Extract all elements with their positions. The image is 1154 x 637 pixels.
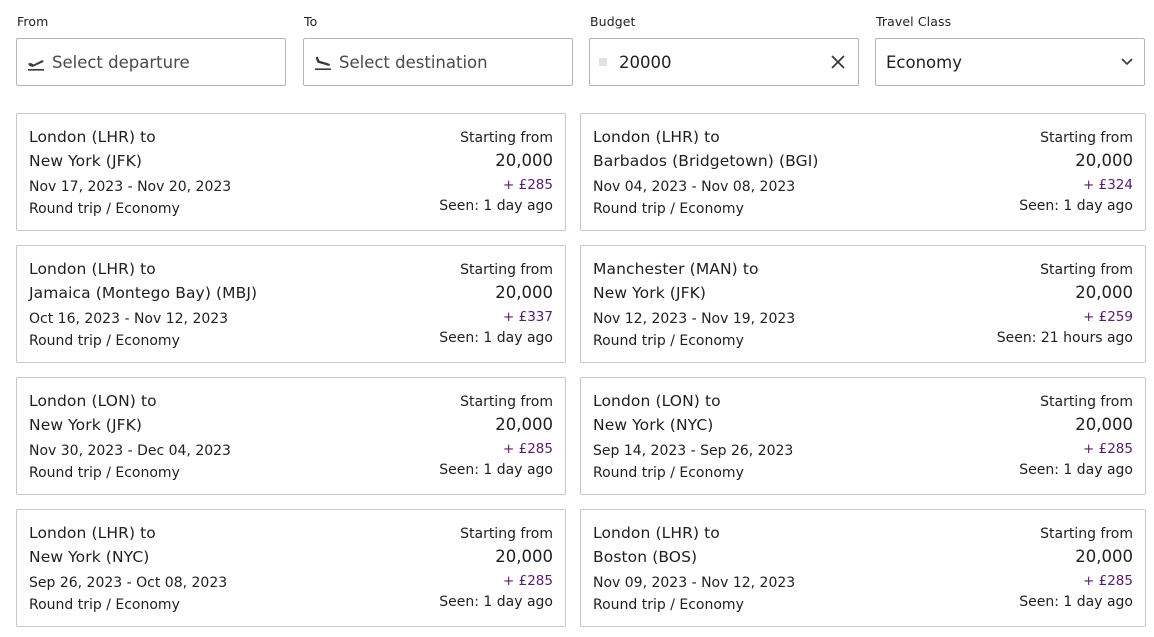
chevron-down-icon xyxy=(1118,53,1136,71)
trip-type: Round trip / Economy xyxy=(29,201,180,217)
from-placeholder: Select departure xyxy=(52,52,190,72)
route-origin: London (LHR) to xyxy=(593,128,720,146)
flight-card[interactable]: London (LHR) to New York (NYC) Sep 26, 2… xyxy=(16,509,566,627)
budget-value: 20000 xyxy=(619,52,672,72)
seen-timestamp: Seen: 1 day ago xyxy=(439,462,553,478)
travel-class-value: Economy xyxy=(886,52,962,72)
starting-from-label: Starting from xyxy=(1040,262,1133,278)
flight-card[interactable]: London (LHR) to Boston (BOS) Nov 09, 202… xyxy=(580,509,1146,627)
travel-dates: Nov 12, 2023 - Nov 19, 2023 xyxy=(593,311,796,327)
route-destination: New York (JFK) xyxy=(29,152,143,170)
travel-class-select[interactable]: Economy xyxy=(875,38,1145,86)
travel-dates: Sep 26, 2023 - Oct 08, 2023 xyxy=(29,575,228,591)
cash-surcharge: + £259 xyxy=(1083,309,1133,325)
starting-from-label: Starting from xyxy=(460,262,553,278)
route-destination: New York (JFK) xyxy=(29,416,143,434)
trip-type: Round trip / Economy xyxy=(29,465,180,481)
trip-type: Round trip / Economy xyxy=(593,333,744,349)
travel-dates: Oct 16, 2023 - Nov 12, 2023 xyxy=(29,311,229,327)
cash-surcharge: + £337 xyxy=(503,309,553,325)
seen-timestamp: Seen: 1 day ago xyxy=(439,330,553,346)
route-destination: Boston (BOS) xyxy=(593,548,698,566)
route-origin: London (LHR) to xyxy=(593,524,720,542)
travel-dates: Nov 30, 2023 - Dec 04, 2023 xyxy=(29,443,231,459)
starting-from-label: Starting from xyxy=(460,394,553,410)
close-icon[interactable] xyxy=(827,51,849,73)
seen-timestamp: Seen: 1 day ago xyxy=(1019,198,1133,214)
cash-surcharge: + £285 xyxy=(503,441,553,457)
points-price: 20,000 xyxy=(495,151,553,170)
to-field[interactable]: Select destination xyxy=(303,38,573,86)
flight-card[interactable]: London (LHR) to Barbados (Bridgetown) (B… xyxy=(580,113,1146,231)
points-icon xyxy=(599,58,607,66)
points-price: 20,000 xyxy=(495,547,553,566)
from-label: From xyxy=(17,14,49,29)
seen-timestamp: Seen: 21 hours ago xyxy=(996,330,1133,346)
search-filters: From Select departure To Select destinat… xyxy=(16,0,1145,100)
starting-from-label: Starting from xyxy=(460,526,553,542)
route-origin: London (LHR) to xyxy=(29,260,156,278)
route-origin: London (LHR) to xyxy=(29,524,156,542)
route-destination: New York (NYC) xyxy=(29,548,150,566)
starting-from-label: Starting from xyxy=(1040,526,1133,542)
flight-card[interactable]: London (LHR) to Jamaica (Montego Bay) (M… xyxy=(16,245,566,363)
travel-dates: Nov 17, 2023 - Nov 20, 2023 xyxy=(29,179,232,195)
route-destination: New York (NYC) xyxy=(593,416,714,434)
route-destination: Barbados (Bridgetown) (BGI) xyxy=(593,152,819,170)
travel-class-label: Travel Class xyxy=(876,14,952,29)
route-origin: Manchester (MAN) to xyxy=(593,260,759,278)
trip-type: Round trip / Economy xyxy=(593,597,744,613)
trip-type: Round trip / Economy xyxy=(29,333,180,349)
travel-dates: Nov 09, 2023 - Nov 12, 2023 xyxy=(593,575,796,591)
points-price: 20,000 xyxy=(1075,415,1133,434)
points-price: 20,000 xyxy=(1075,547,1133,566)
points-price: 20,000 xyxy=(495,283,553,302)
to-label: To xyxy=(304,14,318,29)
flight-card[interactable]: Manchester (MAN) to New York (JFK) Nov 1… xyxy=(580,245,1146,363)
seen-timestamp: Seen: 1 day ago xyxy=(1019,594,1133,610)
seen-timestamp: Seen: 1 day ago xyxy=(439,594,553,610)
flight-card[interactable]: London (LON) to New York (NYC) Sep 14, 2… xyxy=(580,377,1146,495)
points-price: 20,000 xyxy=(1075,283,1133,302)
points-price: 20,000 xyxy=(495,415,553,434)
plane-takeoff-icon xyxy=(25,51,47,73)
route-origin: London (LON) to xyxy=(29,392,157,410)
flight-card[interactable]: London (LHR) to New York (JFK) Nov 17, 2… xyxy=(16,113,566,231)
travel-dates: Nov 04, 2023 - Nov 08, 2023 xyxy=(593,179,796,195)
route-destination: Jamaica (Montego Bay) (MBJ) xyxy=(29,284,258,302)
cash-surcharge: + £324 xyxy=(1083,177,1133,193)
to-placeholder: Select destination xyxy=(339,52,488,72)
budget-label: Budget xyxy=(590,14,636,29)
plane-landing-icon xyxy=(312,51,334,73)
cash-surcharge: + £285 xyxy=(503,573,553,589)
trip-type: Round trip / Economy xyxy=(29,597,180,613)
route-destination: New York (JFK) xyxy=(593,284,707,302)
trip-type: Round trip / Economy xyxy=(593,201,744,217)
cash-surcharge: + £285 xyxy=(1083,441,1133,457)
starting-from-label: Starting from xyxy=(460,130,553,146)
cash-surcharge: + £285 xyxy=(503,177,553,193)
flight-card[interactable]: London (LON) to New York (JFK) Nov 30, 2… xyxy=(16,377,566,495)
cash-surcharge: + £285 xyxy=(1083,573,1133,589)
budget-field[interactable]: 20000 xyxy=(589,38,859,86)
route-origin: London (LHR) to xyxy=(29,128,156,146)
trip-type: Round trip / Economy xyxy=(593,465,744,481)
starting-from-label: Starting from xyxy=(1040,394,1133,410)
from-field[interactable]: Select departure xyxy=(16,38,286,86)
seen-timestamp: Seen: 1 day ago xyxy=(1019,462,1133,478)
travel-dates: Sep 14, 2023 - Sep 26, 2023 xyxy=(593,443,794,459)
points-price: 20,000 xyxy=(1075,151,1133,170)
starting-from-label: Starting from xyxy=(1040,130,1133,146)
seen-timestamp: Seen: 1 day ago xyxy=(439,198,553,214)
route-origin: London (LON) to xyxy=(593,392,721,410)
